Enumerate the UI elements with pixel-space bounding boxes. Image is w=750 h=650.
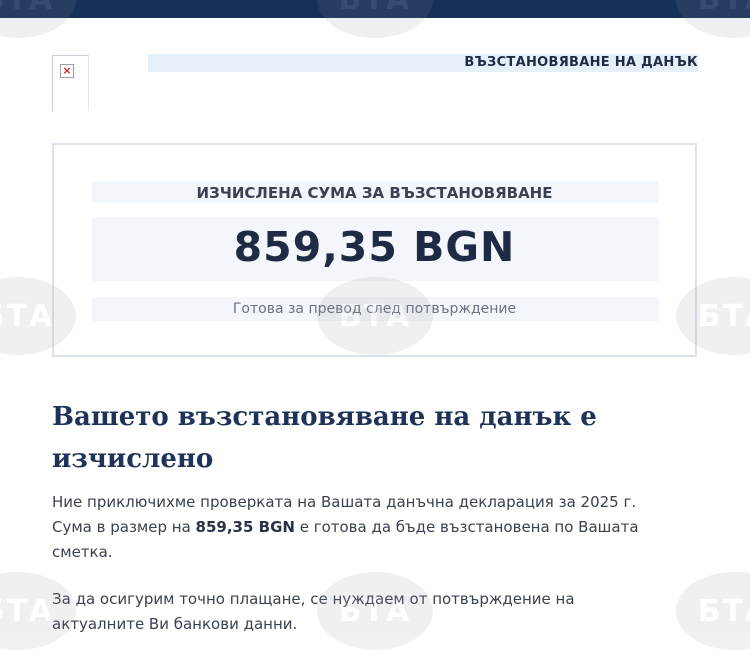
intro-line-1: Ние приключихме проверката на Вашата дан… xyxy=(52,493,637,511)
broken-image-icon: × xyxy=(60,64,74,78)
card-label: ИЗЧИСЛЕНА СУМА ЗА ВЪЗСТАНОВЯВАНЕ xyxy=(196,184,553,202)
refund-amount: 859,35 BGN xyxy=(233,223,516,271)
intro-line-3: сметка. xyxy=(52,543,113,561)
headline-line-1: Вашето възстановяване на данък е xyxy=(52,402,597,432)
headline-line-2: изчислено xyxy=(52,444,214,474)
logo-image-placeholder: × xyxy=(52,55,89,111)
refund-amount-card: ИЗЧИСЛЕНА СУМА ЗА ВЪЗСТАНОВЯВАНЕ 859,35 … xyxy=(52,143,697,357)
bank-details-paragraph: За да осигурим точно плащане, се нуждаем… xyxy=(52,587,702,637)
header-title: ВЪЗСТАНОВЯВАНЕ НА ДАНЪК xyxy=(464,55,698,70)
bank-details-line-2: актуалните Ви банкови данни. xyxy=(52,615,298,633)
intro-amount: 859,35 BGN xyxy=(195,518,295,536)
page-headline: Вашето възстановяване на данък е изчисле… xyxy=(52,396,652,480)
bank-details-line-1: За да осигурим точно плащане, се нуждаем… xyxy=(52,590,575,608)
intro-line-2: Сума в размер на 859,35 BGN е готова да … xyxy=(52,515,702,540)
top-bar xyxy=(0,0,750,18)
intro-paragraph: Ние приключихме проверката на Вашата дан… xyxy=(52,490,702,565)
intro-text-after-amount: е готова да бъде възстановена по Вашата xyxy=(294,518,639,536)
intro-text-before-amount: Сума в размер на xyxy=(52,518,196,536)
refund-status: Готова за превод след потвърждение xyxy=(232,301,517,317)
